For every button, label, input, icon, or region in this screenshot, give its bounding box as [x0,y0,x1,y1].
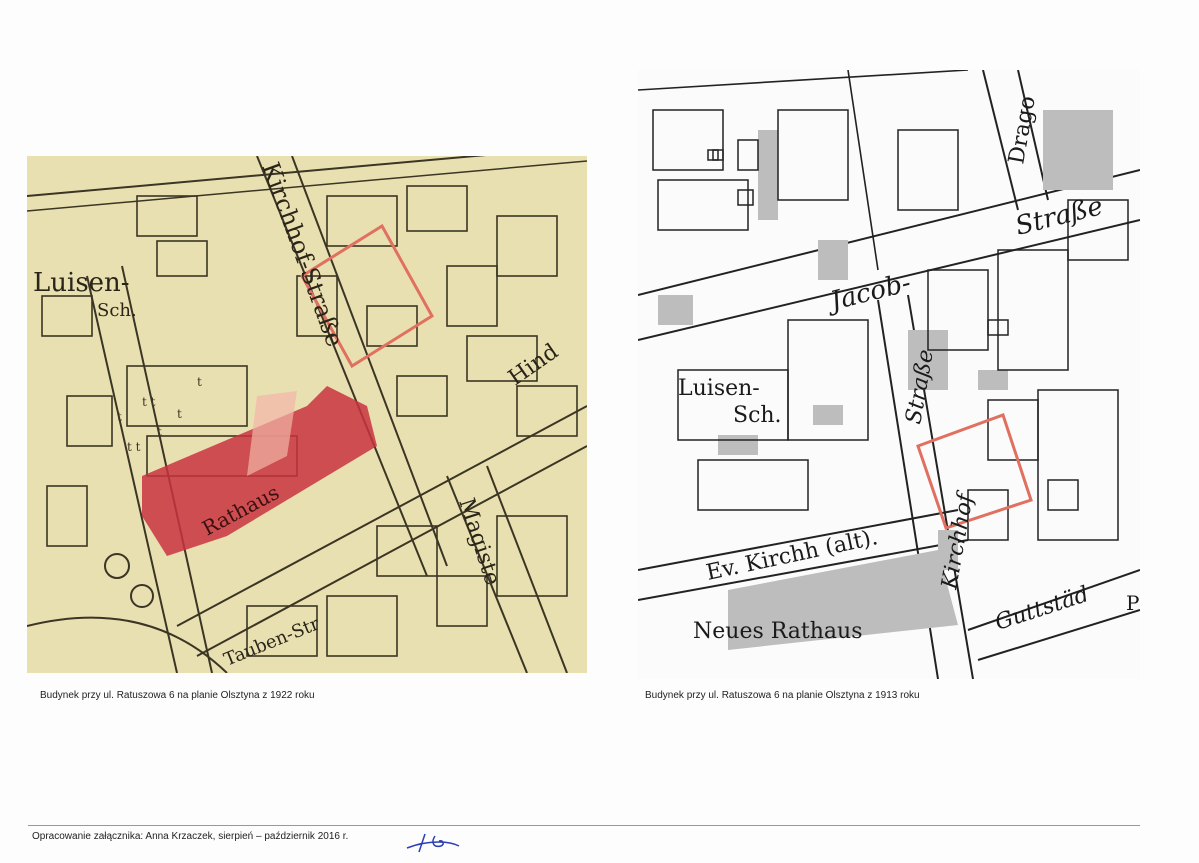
svg-text:t: t [197,375,202,389]
label-1913-sch: Sch. [733,403,782,428]
label-1922-sch: Sch. [97,300,137,321]
svg-text:t t: t t [142,395,156,409]
map-1922-drawing: tt t tt t tt Luisen- Sch. Kirchhof-Straß… [27,156,587,673]
map-1913-drawing: Drago Straße Jacob- Luisen- Sch. Straße … [638,70,1140,679]
footer-divider [28,825,1140,826]
svg-text:t: t [177,407,182,421]
caption-1913-map: Budynek przy ul. Ratuszowa 6 na planie O… [645,690,920,701]
caption-1922-map: Budynek przy ul. Ratuszowa 6 na planie O… [40,690,315,701]
handwritten-signature-icon [406,833,460,853]
label-1913-luisen: Luisen- [678,376,760,401]
label-1913-neues-rathaus: Neues Rathaus [693,619,863,644]
map-1922: tt t tt t tt Luisen- Sch. Kirchhof-Straß… [27,156,587,673]
svg-text:t t: t t [127,440,141,454]
label-1922-luisen: Luisen- [33,268,130,298]
svg-text:t: t [117,410,122,424]
label-1913-p: P [1126,591,1139,615]
svg-text:t: t [157,425,162,439]
document-page: tt t tt t tt Luisen- Sch. Kirchhof-Straß… [0,0,1199,863]
map-1913: Drago Straße Jacob- Luisen- Sch. Straße … [638,70,1140,679]
footer-credit: Opracowanie załącznika: Anna Krzaczek, s… [32,831,349,842]
